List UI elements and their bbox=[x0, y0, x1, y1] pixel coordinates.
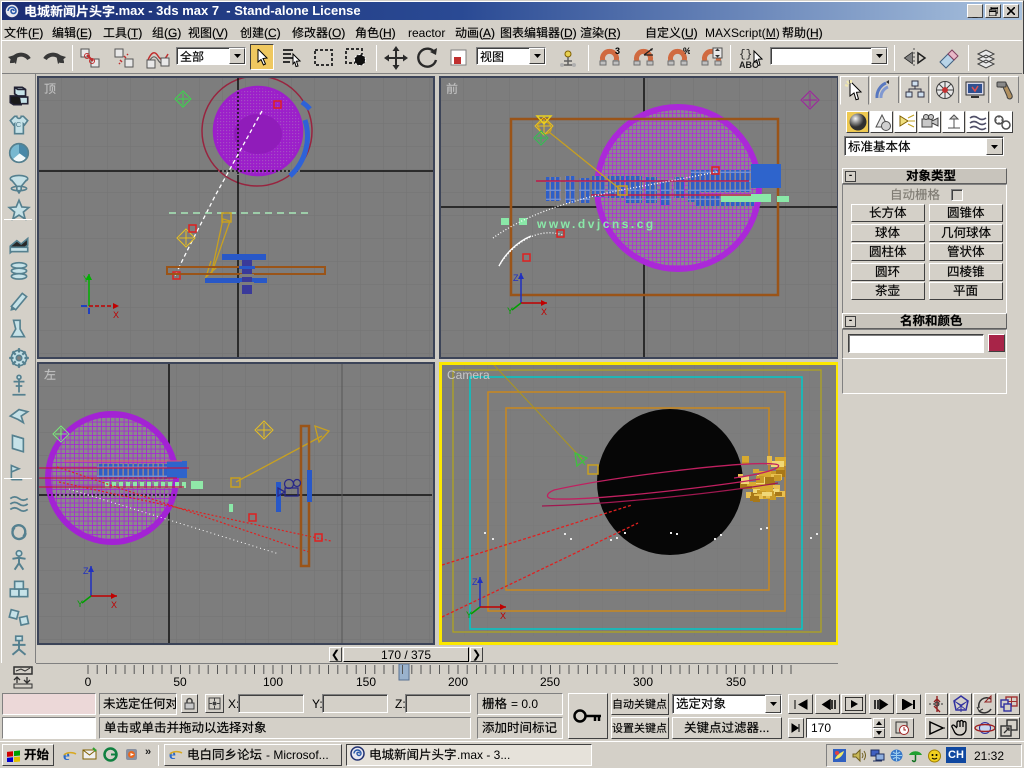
svg-text:3: 3 bbox=[615, 46, 620, 56]
svg-text:ABC: ABC bbox=[739, 60, 759, 70]
svg-text:200: 200 bbox=[448, 675, 468, 689]
svg-text:%: % bbox=[683, 46, 690, 56]
svg-text:X: X bbox=[113, 310, 119, 320]
svg-text:X: X bbox=[111, 600, 117, 610]
svg-text:Z: Z bbox=[83, 566, 89, 576]
svg-text:Z: Z bbox=[513, 273, 519, 283]
svg-text:Y: Y bbox=[507, 306, 513, 316]
svg-text:Y: Y bbox=[466, 610, 472, 620]
svg-text:50: 50 bbox=[173, 675, 187, 689]
svg-text:Z: Z bbox=[472, 577, 478, 587]
svg-text:100: 100 bbox=[263, 675, 283, 689]
svg-text:300: 300 bbox=[633, 675, 653, 689]
svg-text:350: 350 bbox=[726, 675, 746, 689]
svg-text:X: X bbox=[500, 611, 506, 621]
svg-text:X: X bbox=[541, 307, 547, 317]
svg-text:150: 150 bbox=[356, 675, 376, 689]
svg-text:0: 0 bbox=[85, 675, 92, 689]
svg-text:Y: Y bbox=[83, 274, 89, 284]
svg-text:C: C bbox=[16, 120, 22, 129]
svg-text:Y: Y bbox=[77, 599, 83, 609]
svg-text:250: 250 bbox=[540, 675, 560, 689]
svg-text:www.dvjcns.cg: www.dvjcns.cg bbox=[536, 217, 656, 231]
